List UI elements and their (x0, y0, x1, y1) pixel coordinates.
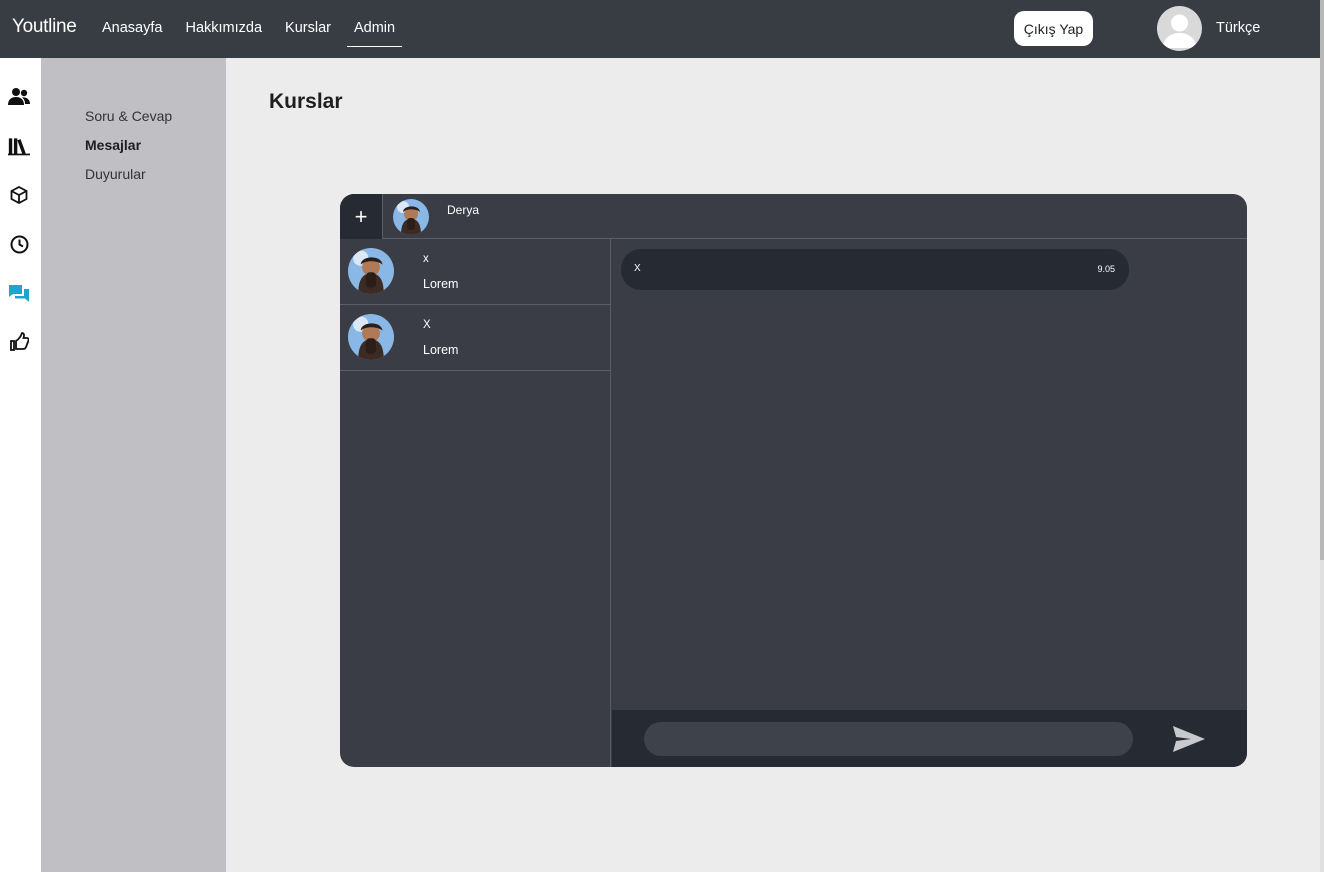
contact-name: X (423, 319, 431, 331)
top-navbar: Youtline Anasayfa Hakkımızda Kurslar Adm… (0, 0, 1320, 58)
submenu-item-qa[interactable]: Soru & Cevap (85, 108, 172, 124)
list-item[interactable]: X Lorem (340, 305, 611, 371)
page-title: Kurslar (269, 90, 343, 113)
message-input[interactable] (644, 722, 1133, 756)
chat-icon[interactable] (8, 282, 30, 304)
user-placeholder-icon (1162, 14, 1197, 48)
list-item[interactable]: x Lorem (340, 239, 611, 305)
page-scrollbar[interactable] (1320, 0, 1324, 872)
chat-header: + Derya (340, 194, 1247, 239)
contact-name: x (423, 253, 429, 265)
scrollbar-thumb[interactable] (1320, 0, 1324, 560)
message-bubble: X 9.05 (621, 249, 1129, 290)
package-icon[interactable] (8, 184, 30, 206)
message-text: X (634, 263, 641, 274)
nav-link-home[interactable]: Anasayfa (102, 0, 162, 47)
submenu-item-messages[interactable]: Mesajlar (85, 137, 141, 153)
announce-icon[interactable] (8, 331, 30, 353)
main-nav: Anasayfa Hakkımızda Kurslar Admin (102, 0, 425, 58)
contact-avatar (348, 314, 394, 360)
contact-list: x Lorem X Lorem (340, 239, 611, 767)
contact-last-message: Lorem (423, 343, 459, 357)
send-icon[interactable] (1171, 721, 1207, 757)
language-selector[interactable]: Türkçe (1216, 20, 1260, 36)
current-contact-avatar (393, 199, 429, 235)
user-avatar[interactable] (1157, 6, 1202, 51)
message-composer (612, 710, 1247, 767)
library-icon[interactable] (8, 135, 30, 157)
admin-submenu: Soru & Cevap Mesajlar Duyurular (41, 58, 226, 872)
chat-panel: + Derya x Lorem X Lorem X 9.05 (340, 194, 1247, 767)
nav-link-admin[interactable]: Admin (346, 0, 403, 47)
users-icon[interactable] (8, 86, 30, 108)
nav-link-about[interactable]: Hakkımızda (185, 0, 262, 47)
submenu-item-announcements[interactable]: Duyurular (85, 166, 146, 182)
brand-logo[interactable]: Youtline (12, 16, 77, 38)
nav-link-courses[interactable]: Kurslar (285, 0, 331, 47)
new-conversation-button[interactable]: + (340, 194, 383, 239)
contact-avatar (348, 248, 394, 294)
logout-button[interactable]: Çıkış Yap (1014, 11, 1093, 46)
icon-rail (0, 58, 41, 872)
current-contact-name: Derya (447, 203, 480, 217)
message-time: 9.05 (1097, 264, 1115, 274)
message-area: X 9.05 (612, 239, 1247, 710)
contact-last-message: Lorem (423, 277, 459, 291)
clock-icon[interactable] (8, 233, 30, 255)
